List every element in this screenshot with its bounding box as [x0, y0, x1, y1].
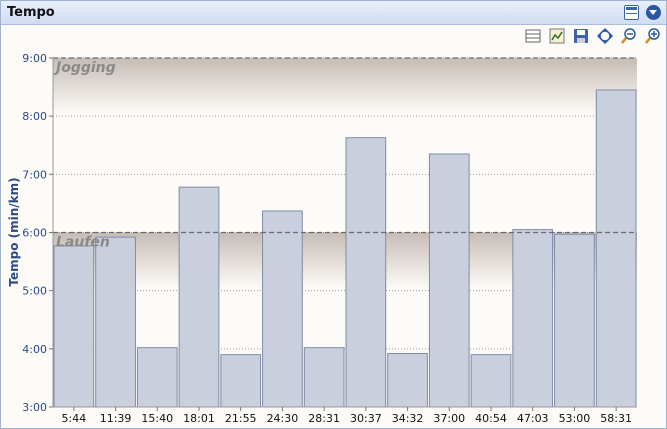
x-tick-label: 37:00: [433, 412, 465, 425]
bar: [53, 245, 95, 408]
y-tick-label: 6:00: [22, 227, 47, 240]
x-tick-label: 18:01: [183, 412, 215, 425]
x-tick-label: 53:00: [559, 412, 591, 425]
bar: [428, 153, 470, 408]
bar: [387, 352, 428, 408]
bar: [470, 354, 512, 408]
y-tick-label: 3:00: [22, 401, 47, 414]
reference-line-label: Laufen: [56, 235, 110, 251]
x-tick-label: 34:32: [392, 412, 424, 425]
x-tick-label: 58:31: [600, 412, 632, 425]
x-tick-label: 47:03: [517, 412, 549, 425]
x-tick-label: 21:55: [225, 412, 257, 425]
x-tick-label: 40:54: [475, 412, 507, 425]
y-tick-label: 7:00: [22, 168, 47, 181]
x-tick-label: 5:44: [62, 412, 87, 425]
x-tick-label: 11:39: [100, 412, 132, 425]
x-tick-label: 28:31: [308, 412, 340, 425]
reference-line-label: Jogging: [53, 60, 116, 76]
reference-band: [53, 58, 637, 114]
bar: [262, 210, 303, 408]
bar: [512, 229, 554, 408]
bar: [595, 89, 637, 408]
tempo-panel: Tempo Jogging Laufen 3:00 4:00 5:00 6:00…: [0, 0, 667, 429]
bar: [303, 347, 345, 408]
bar: [178, 186, 220, 408]
y-tick-label: 8:00: [22, 110, 47, 123]
bar: [95, 236, 136, 408]
x-tick-label: 30:37: [350, 412, 382, 425]
y-tick-label: 9:00: [22, 52, 47, 65]
y-tick-label: 5:00: [22, 285, 47, 298]
tempo-bar-chart: Jogging Laufen 3:00 4:00 5:00 6:00 7:00 8:00 9:…: [7, 52, 637, 425]
bar: [220, 354, 262, 408]
y-axis-label: Tempo (min/km): [7, 177, 21, 286]
bar: [554, 233, 595, 408]
bar: [136, 347, 178, 408]
y-tick-label: 4:00: [22, 343, 47, 356]
bar: [345, 137, 387, 408]
x-tick-label: 24:30: [267, 412, 299, 425]
x-tick-label: 15:40: [141, 412, 173, 425]
